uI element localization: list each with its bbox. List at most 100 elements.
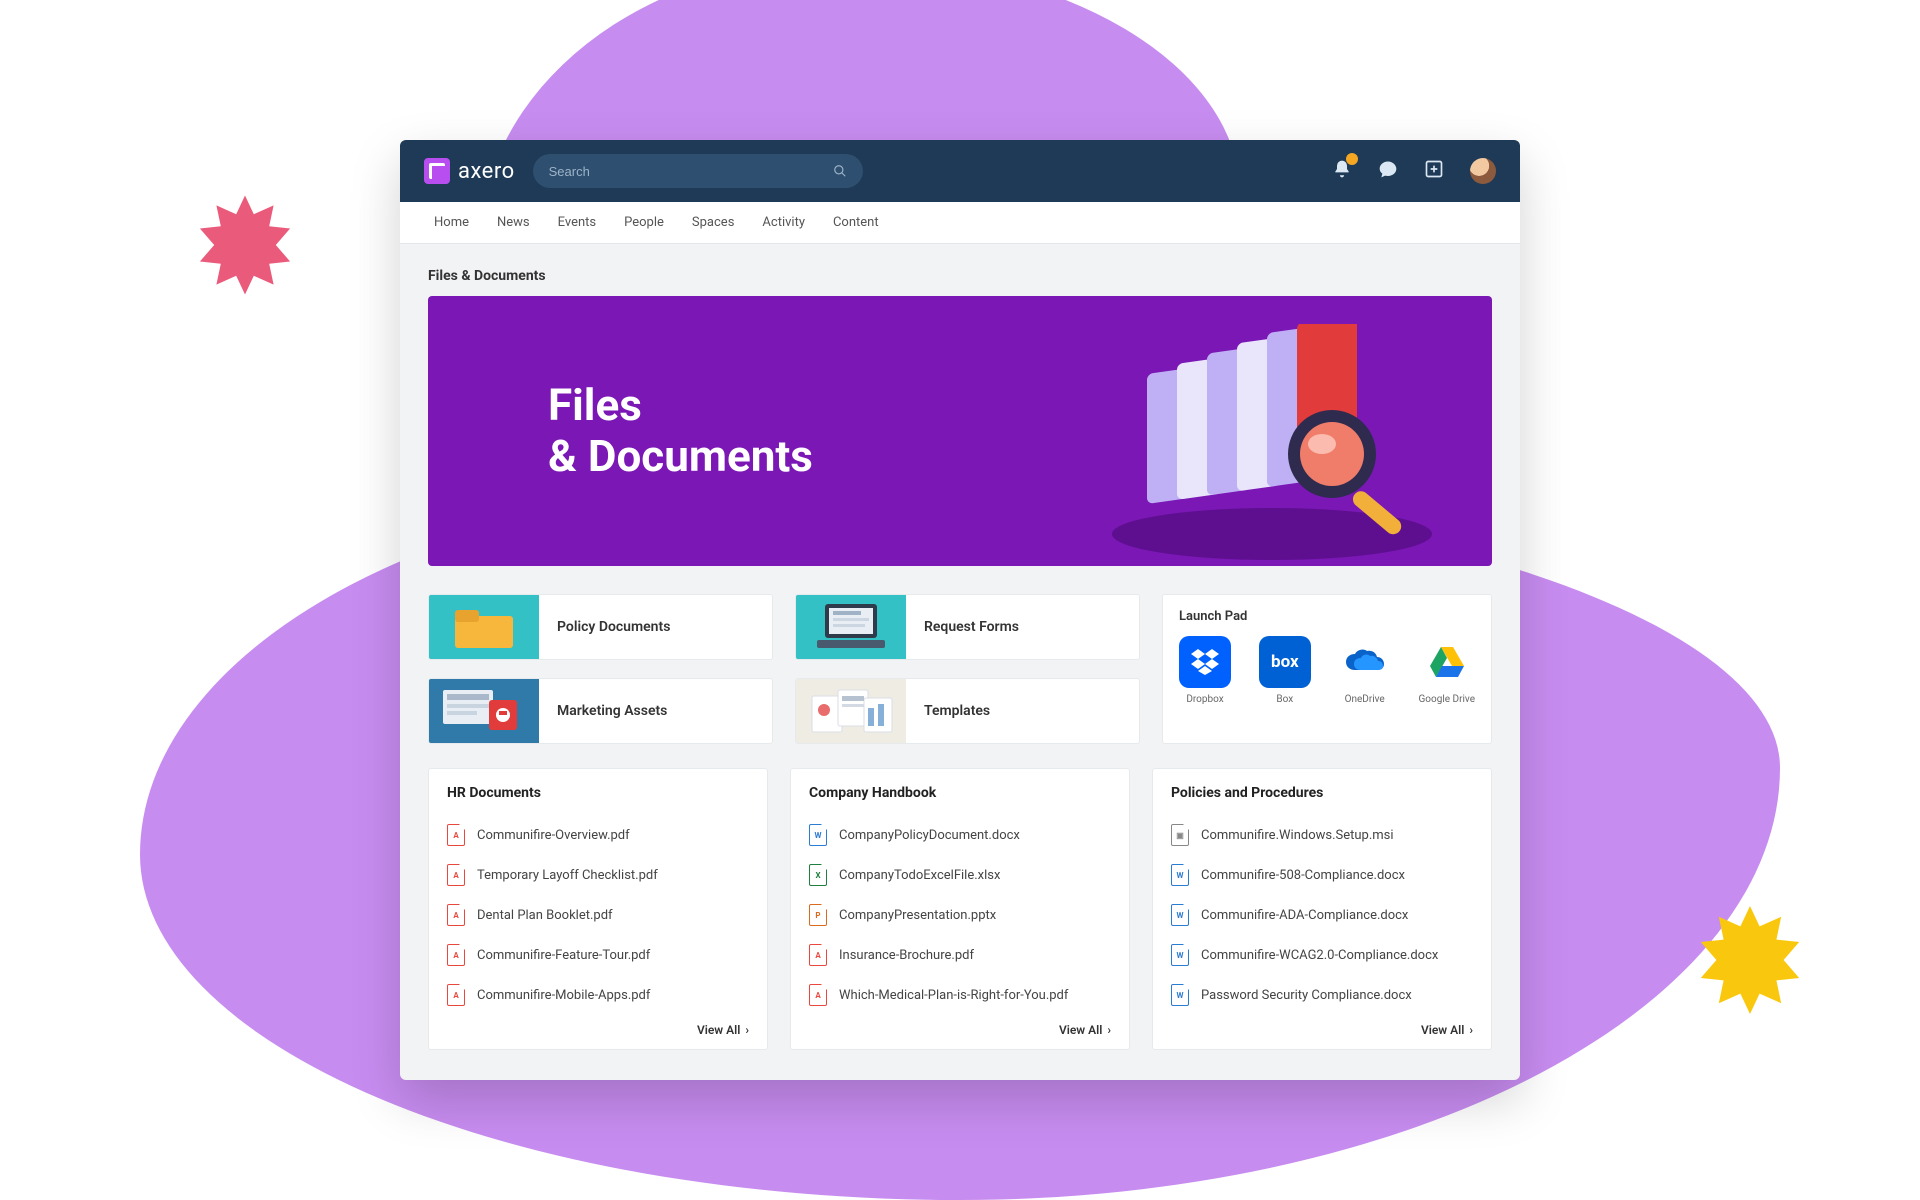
tile-label: Templates [906,703,990,719]
tile-marketing-assets[interactable]: Marketing Assets [428,678,773,744]
nav-activity[interactable]: Activity [762,215,805,230]
launch-google-drive[interactable]: Google Drive [1418,636,1475,705]
tile-thumb-icon [429,679,539,743]
file-row[interactable]: A Communifire-Feature-Tour.pdf [447,935,749,975]
file-name: Insurance-Brochure.pdf [839,948,974,963]
launch-label: Dropbox [1179,694,1231,705]
column-hr-documents: HR Documents A Communifire-Overview.pdf A Te… [428,768,768,1050]
launch-label: Google Drive [1418,694,1475,705]
launch-onedrive[interactable]: OneDrive [1339,636,1391,705]
file-pdf-icon: A [447,864,465,886]
tile-request-forms[interactable]: Request Forms [795,594,1140,660]
file-row[interactable]: A Insurance-Brochure.pdf [809,935,1111,975]
column-title: Company Handbook [809,785,1111,801]
chevron-right-icon: › [1107,1023,1111,1037]
file-pdf-icon: A [447,944,465,966]
brand-mark-icon [424,158,450,184]
launch-pad: Launch Pad DropboxboxBoxOneDriveGoogle D… [1162,594,1492,744]
view-all-link[interactable]: View All › [1171,1015,1473,1039]
tile-policy-documents[interactable]: Policy Documents [428,594,773,660]
file-row[interactable]: A Which-Medical-Plan-is-Right-for-You.pdf [809,975,1111,1015]
tile-label: Policy Documents [539,619,670,635]
view-all-link[interactable]: View All › [447,1015,749,1039]
file-pdf-icon: A [809,944,827,966]
nav-events[interactable]: Events [558,215,596,230]
file-doc-icon: W [1171,904,1189,926]
file-name: CompanyTodoExcelFile.xlsx [839,868,1000,883]
file-doc-icon: W [1171,864,1189,886]
file-row[interactable]: ▣ Communifire.Windows.Setup.msi [1171,815,1473,855]
nav-people[interactable]: People [624,215,664,230]
file-row[interactable]: WCompanyPolicyDocument.docx [809,815,1111,855]
nav-news[interactable]: News [497,215,530,230]
dropbox-icon [1179,636,1231,688]
notifications-button[interactable] [1332,159,1352,183]
file-columns: HR Documents A Communifire-Overview.pdf A Te… [428,768,1492,1050]
content-area: Files & Documents Files & Documents [400,244,1520,1074]
tile-templates[interactable]: Templates [795,678,1140,744]
file-row[interactable]: WPassword Security Compliance.docx [1171,975,1473,1015]
file-msi-icon: ▣ [1171,824,1189,846]
launch-label: OneDrive [1339,694,1391,705]
nav-content[interactable]: Content [833,215,879,230]
hero-banner: Files & Documents [428,296,1492,566]
file-pdf-icon: A [447,824,465,846]
chevron-right-icon: › [745,1023,749,1037]
topbar: axero [400,140,1520,202]
tile-thumb-icon [796,595,906,659]
launch-dropbox[interactable]: Dropbox [1179,636,1231,705]
add-button[interactable] [1424,159,1444,183]
chat-button[interactable] [1378,159,1398,183]
file-row[interactable]: A Dental Plan Booklet.pdf [447,895,749,935]
tile-thumb-icon [796,679,906,743]
file-name: Password Security Compliance.docx [1201,988,1412,1003]
file-row[interactable]: X CompanyTodoExcelFile.xlsx [809,855,1111,895]
file-row[interactable]: W Communifire-508-Compliance.docx [1171,855,1473,895]
hero-line2: & Documents [548,430,813,482]
plus-box-icon [1424,159,1444,179]
file-name: Communifire-Mobile-Apps.pdf [477,988,650,1003]
file-name: CompanyPolicyDocument.docx [839,828,1020,843]
section-title: Files & Documents [428,268,1492,284]
search-icon [833,164,847,178]
file-row[interactable]: WCommunifire-WCAG2.0-Compliance.docx [1171,935,1473,975]
file-row[interactable]: A Temporary Layoff Checklist.pdf [447,855,749,895]
main-nav: Home News Events People Spaces Activity Conten… [400,202,1520,244]
column-title: HR Documents [447,785,749,801]
file-pdf-icon: A [809,984,827,1006]
file-name: Communifire-508-Compliance.docx [1201,868,1405,883]
file-row[interactable]: A Communifire-Overview.pdf [447,815,749,855]
file-name: Temporary Layoff Checklist.pdf [477,868,658,883]
brand-logo[interactable]: axero [424,158,515,184]
category-tiles: Policy Documents Request Forms Marketing A… [428,594,1140,744]
view-all-link[interactable]: View All › [809,1015,1111,1039]
file-name: Communifire.Windows.Setup.msi [1201,828,1394,843]
brand-name: axero [458,159,515,184]
file-name: Dental Plan Booklet.pdf [477,908,613,923]
file-name: Which-Medical-Plan-is-Right-for-You.pdf [839,988,1068,1003]
notification-badge [1346,153,1358,165]
tile-thumb-icon [429,595,539,659]
gdrive-icon [1421,636,1473,688]
file-name: Communifire-Feature-Tour.pdf [477,948,650,963]
file-pdf-icon: A [447,904,465,926]
chevron-right-icon: › [1469,1023,1473,1037]
tile-label: Request Forms [906,619,1019,635]
search-input[interactable] [549,164,823,179]
topbar-actions [1332,158,1496,184]
search-field[interactable] [533,154,863,188]
file-name: Communifire-ADA-Compliance.docx [1201,908,1408,923]
file-doc-icon: W [1171,944,1189,966]
file-name: Communifire-Overview.pdf [477,828,630,843]
file-xls-icon: X [809,864,827,886]
file-row[interactable]: ACommunifire-Mobile-Apps.pdf [447,975,749,1015]
avatar[interactable] [1470,158,1496,184]
nav-spaces[interactable]: Spaces [692,215,735,230]
file-row[interactable]: W Communifire-ADA-Compliance.docx [1171,895,1473,935]
hero-line1: Files [548,379,642,431]
launch-box[interactable]: boxBox [1259,636,1311,705]
file-row[interactable]: PCompanyPresentation.pptx [809,895,1111,935]
starburst-yellow-icon [1690,900,1810,1020]
file-name: CompanyPresentation.pptx [839,908,996,923]
nav-home[interactable]: Home [434,215,469,230]
